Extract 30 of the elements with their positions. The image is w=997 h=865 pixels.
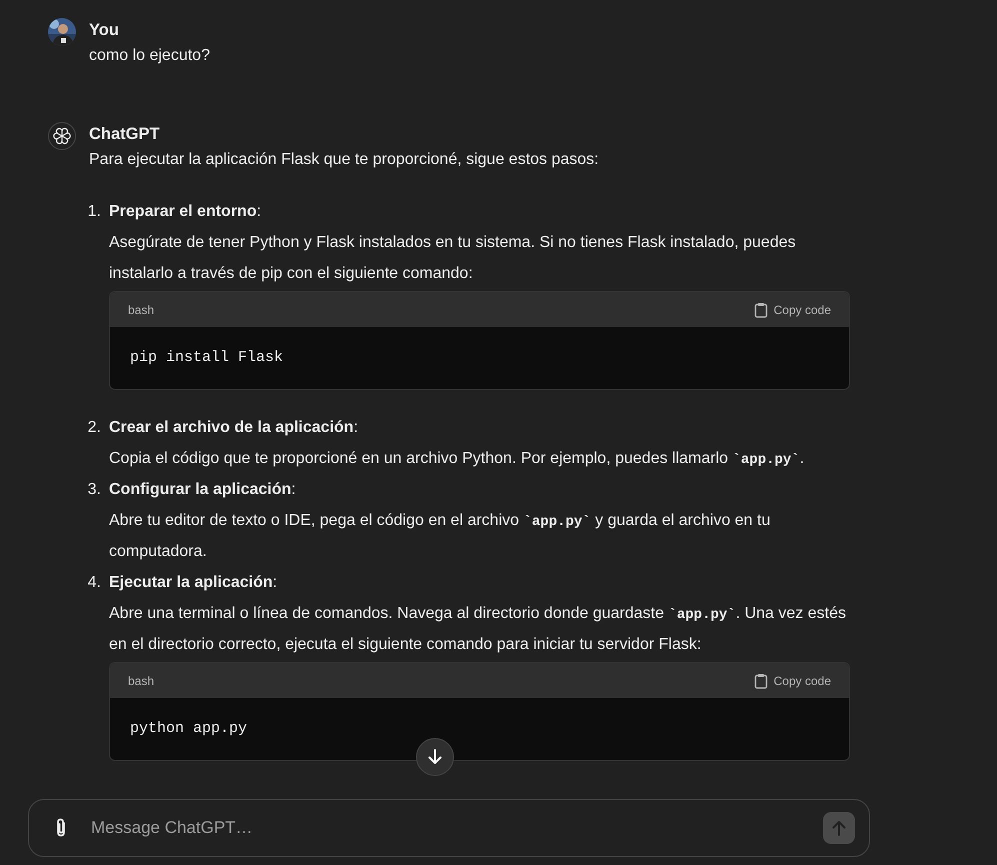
step-title: Crear el archivo de la aplicación:	[109, 419, 358, 436]
list-number: 2.	[86, 418, 102, 438]
code-text: python app.py	[130, 719, 248, 739]
step-description: Asegúrate de tener Python y Flask instalados en tu sistema. Si no tienes Flask instalado, puedes instalarlo a través de pip con el siguiente comando:	[109, 233, 797, 284]
step-title: Configurar la aplicación:	[109, 481, 296, 498]
step-title: Preparar el entorno:	[109, 203, 262, 220]
copy-code-button[interactable]: Copy code	[754, 302, 831, 318]
step-description: Copia el código que te proporcioné en un archivo Python. Por ejemplo, puedes llamarlo `app.py`.	[109, 449, 806, 470]
logo-icon	[48, 122, 76, 150]
message-text: Para ejecutar la aplicación Flask que te proporcioné, sigue estos pasos:	[89, 150, 600, 170]
code-language: bash	[128, 302, 154, 316]
step-title: Ejecutar la aplicación:	[109, 574, 278, 591]
copy-code-button[interactable]: Copy code	[754, 672, 831, 688]
author-name: You	[89, 20, 120, 41]
list-number: 4.	[86, 573, 102, 593]
scroll-down-button[interactable]	[416, 738, 454, 776]
clipboard-icon	[754, 672, 768, 688]
step-description: Abre una terminal o línea de comandos. Navega al directorio donde guardaste `app.py`. Una vez estés en el directorio correcto, ejecuta el siguiente comando para iniciar tu servidor Flask:	[109, 604, 847, 655]
message-input[interactable]: Message ChatGPT…	[28, 799, 870, 857]
message-text: como lo ejecuto?	[89, 46, 211, 66]
code-text: pip install Flask	[130, 348, 284, 368]
list-number: 1.	[86, 202, 102, 222]
clipboard-icon	[754, 302, 768, 318]
step-description: Abre tu editor de texto o IDE, pega el código en el archivo `app.py` y guarda el archivo en tu computadora.	[109, 511, 772, 562]
arrow-down-icon	[428, 749, 442, 765]
message-field[interactable]: Message ChatGPT…	[89, 817, 803, 839]
list-number: 3.	[86, 480, 102, 500]
arrow-up-icon	[832, 820, 846, 836]
code-language: bash	[128, 674, 154, 688]
author-name: ChatGPT	[89, 124, 161, 145]
